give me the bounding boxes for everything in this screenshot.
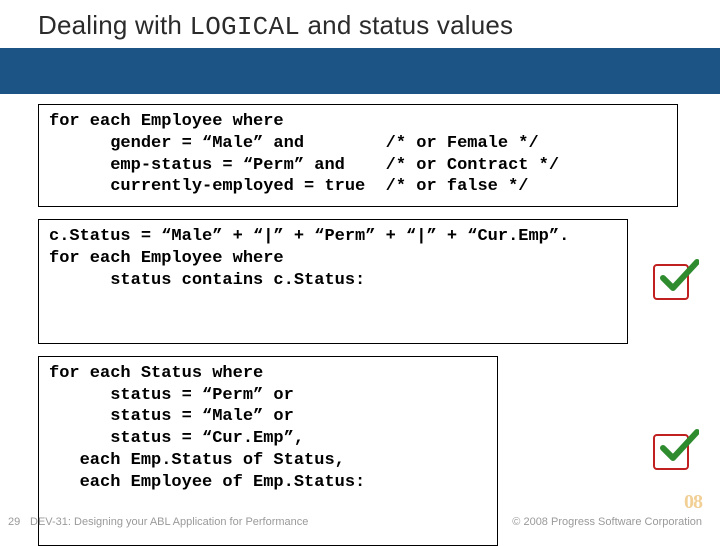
code-text-2: c.Status = “Male” + “|” + “Perm” + “|” +… bbox=[49, 227, 569, 290]
slide-title-area: Dealing with LOGICAL and status values bbox=[0, 0, 720, 42]
copyright-text: © 2008 Progress Software Corporation bbox=[512, 516, 720, 528]
slide-footer: 29 DEV-31: Designing your ABL Applicatio… bbox=[0, 516, 720, 528]
code-block-2: c.Status = “Male” + “|” + “Perm” + “|” +… bbox=[38, 219, 628, 344]
header-bar bbox=[0, 48, 720, 94]
code-text-3: for each Status where status = “Perm” or… bbox=[49, 364, 365, 492]
session-title: DEV-31: Designing your ABL Application f… bbox=[30, 516, 512, 528]
logo-text: 08 bbox=[684, 491, 702, 513]
title-post: and status values bbox=[300, 10, 513, 40]
slide-content: for each Employee where gender = “Male” … bbox=[0, 94, 720, 546]
code-text-1: for each Employee where gender = “Male” … bbox=[49, 112, 559, 196]
code-block-1: for each Employee where gender = “Male” … bbox=[38, 104, 678, 207]
title-pre: Dealing with bbox=[38, 10, 189, 40]
title-code: LOGICAL bbox=[189, 12, 300, 42]
page-number: 29 bbox=[0, 516, 30, 528]
check-svg bbox=[659, 426, 699, 466]
checkmark-icon bbox=[653, 430, 695, 472]
check-svg bbox=[659, 256, 699, 296]
checkmark-icon bbox=[653, 260, 695, 302]
conference-logo: 08 bbox=[684, 491, 702, 514]
slide-title: Dealing with LOGICAL and status values bbox=[38, 10, 720, 42]
